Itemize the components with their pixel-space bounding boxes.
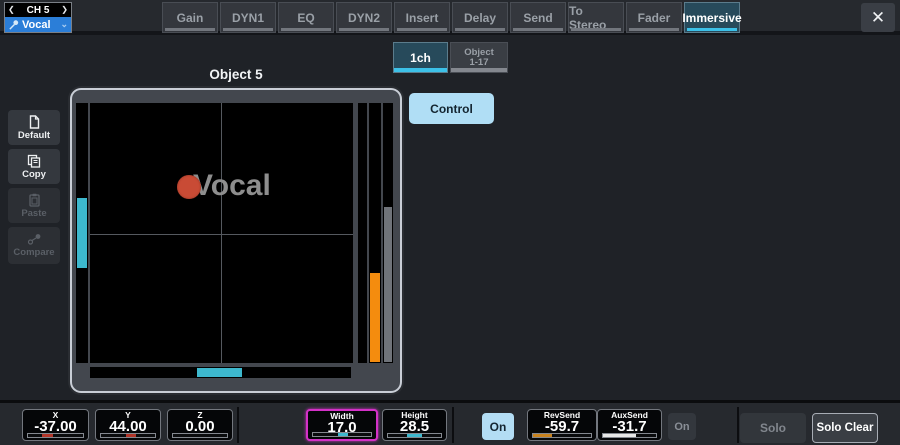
tab-to-stereo[interactable]: To Stereo bbox=[568, 2, 624, 33]
compare-button[interactable]: Compare bbox=[8, 227, 60, 264]
grid-horizontal-axis bbox=[90, 234, 353, 235]
orange-level-bar bbox=[370, 273, 380, 362]
height-slider bbox=[387, 433, 442, 438]
meter-column-1 bbox=[358, 103, 367, 363]
tab-1ch-label: 1ch bbox=[410, 51, 431, 65]
auxsend-on-button[interactable]: On bbox=[668, 413, 696, 440]
copy-icon bbox=[27, 154, 41, 168]
meter-column-3 bbox=[383, 103, 393, 363]
close-button[interactable]: ✕ bbox=[861, 3, 895, 32]
default-label: Default bbox=[18, 130, 50, 141]
tab-delay[interactable]: Delay bbox=[452, 2, 508, 33]
solo-clear-button[interactable]: Solo Clear bbox=[812, 413, 878, 443]
immersive-on-button[interactable]: On bbox=[482, 413, 514, 440]
tab-insert[interactable]: Insert bbox=[394, 2, 450, 33]
height-meter-strip bbox=[76, 103, 88, 363]
control-button[interactable]: Control bbox=[409, 93, 494, 124]
tab-object-label-line2: 1-17 bbox=[469, 58, 488, 68]
divider bbox=[452, 407, 454, 443]
revsend-slider-fill bbox=[533, 434, 552, 437]
y-slider-position bbox=[126, 434, 136, 437]
paste-button[interactable]: Paste bbox=[8, 188, 60, 223]
width-slider bbox=[312, 432, 372, 437]
tab-send[interactable]: Send bbox=[510, 2, 566, 33]
object-name-label: Vocal bbox=[193, 169, 271, 203]
document-icon bbox=[28, 115, 41, 129]
channel-name-row[interactable]: Vocal ⌄ bbox=[5, 17, 71, 32]
width-slider-position bbox=[338, 433, 348, 436]
tab-dyn2[interactable]: DYN2 bbox=[336, 2, 392, 33]
height-value-box[interactable]: Height 28.5 bbox=[382, 409, 447, 441]
copy-label: Copy bbox=[22, 169, 46, 180]
divider bbox=[237, 407, 239, 443]
bottom-parameter-bar: X -37.00 Y 44.00 Z 0.00 Width 17.0 bbox=[0, 400, 900, 445]
tab-eq[interactable]: EQ bbox=[278, 2, 334, 33]
height-value: 28.5 bbox=[383, 420, 446, 434]
meter-column-2 bbox=[369, 103, 381, 363]
divider bbox=[737, 407, 739, 443]
z-value: 0.00 bbox=[168, 420, 232, 434]
tab-dyn1[interactable]: DYN1 bbox=[220, 2, 276, 33]
x-value: -37.00 bbox=[23, 420, 88, 434]
height-indicator-bar bbox=[77, 198, 87, 268]
revsend-slider bbox=[532, 433, 592, 438]
revsend-value: -59.7 bbox=[528, 420, 596, 434]
z-value-box[interactable]: Z 0.00 bbox=[167, 409, 233, 441]
object-position-dot[interactable] bbox=[177, 175, 201, 199]
x-slider bbox=[27, 433, 84, 438]
x-value-box[interactable]: X -37.00 bbox=[22, 409, 89, 441]
gray-level-bar bbox=[384, 207, 392, 362]
auxsend-value: -31.7 bbox=[598, 420, 661, 434]
immersive-pan-screen: ❮ CH 5 ❯ Vocal ⌄ Gain DYN1 EQ DYN2 Inser… bbox=[0, 0, 900, 445]
width-value-box[interactable]: Width 17.0 bbox=[306, 409, 378, 441]
chevron-down-icon: ⌄ bbox=[60, 19, 68, 30]
tab-1ch[interactable]: 1ch bbox=[393, 42, 448, 73]
tab-gain[interactable]: Gain bbox=[162, 2, 218, 33]
auxsend-value-box[interactable]: AuxSend -31.7 bbox=[597, 409, 662, 441]
default-button[interactable]: Default bbox=[8, 110, 60, 145]
y-value-box[interactable]: Y 44.00 bbox=[95, 409, 161, 441]
mic-icon bbox=[8, 19, 19, 30]
tab-object-label-line1: Object bbox=[464, 48, 494, 58]
x-slider-position bbox=[42, 434, 53, 437]
top-bar: ❮ CH 5 ❯ Vocal ⌄ Gain DYN1 EQ DYN2 Inser… bbox=[0, 0, 900, 35]
object-title: Object 5 bbox=[136, 67, 336, 82]
solo-button[interactable]: Solo bbox=[740, 413, 806, 443]
width-meter-strip bbox=[90, 367, 351, 378]
compare-label: Compare bbox=[13, 247, 54, 258]
screen-tabs: Gain DYN1 EQ DYN2 Insert Delay Send To S… bbox=[162, 2, 740, 33]
pan-area-panel: Vocal bbox=[72, 90, 400, 391]
grid-vertical-axis bbox=[221, 103, 222, 363]
channel-number-row: ❮ CH 5 ❯ bbox=[5, 3, 71, 17]
auxsend-slider bbox=[602, 433, 657, 438]
paste-label: Paste bbox=[21, 208, 46, 219]
tab-fader[interactable]: Fader bbox=[626, 2, 682, 33]
auxsend-slider-fill bbox=[603, 434, 636, 437]
clipboard-icon bbox=[28, 193, 41, 207]
channel-name: Vocal bbox=[22, 19, 57, 31]
revsend-value-box[interactable]: RevSend -59.7 bbox=[527, 409, 597, 441]
channel-selector[interactable]: ❮ CH 5 ❯ Vocal ⌄ bbox=[4, 2, 72, 33]
width-indicator-bar bbox=[197, 368, 242, 377]
copy-button[interactable]: Copy bbox=[8, 149, 60, 184]
prev-channel-button[interactable]: ❮ bbox=[8, 6, 15, 14]
y-value: 44.00 bbox=[96, 420, 160, 434]
channel-number: CH 5 bbox=[27, 5, 50, 16]
pan-grid[interactable]: Vocal bbox=[90, 103, 353, 363]
y-slider bbox=[100, 433, 156, 438]
tab-object-1-17[interactable]: Object 1-17 bbox=[450, 42, 508, 73]
next-channel-button[interactable]: ❯ bbox=[61, 6, 68, 14]
compare-icon bbox=[27, 233, 42, 246]
z-slider bbox=[172, 433, 228, 438]
tab-immersive[interactable]: Immersive bbox=[684, 2, 740, 33]
height-slider-position bbox=[407, 434, 422, 437]
